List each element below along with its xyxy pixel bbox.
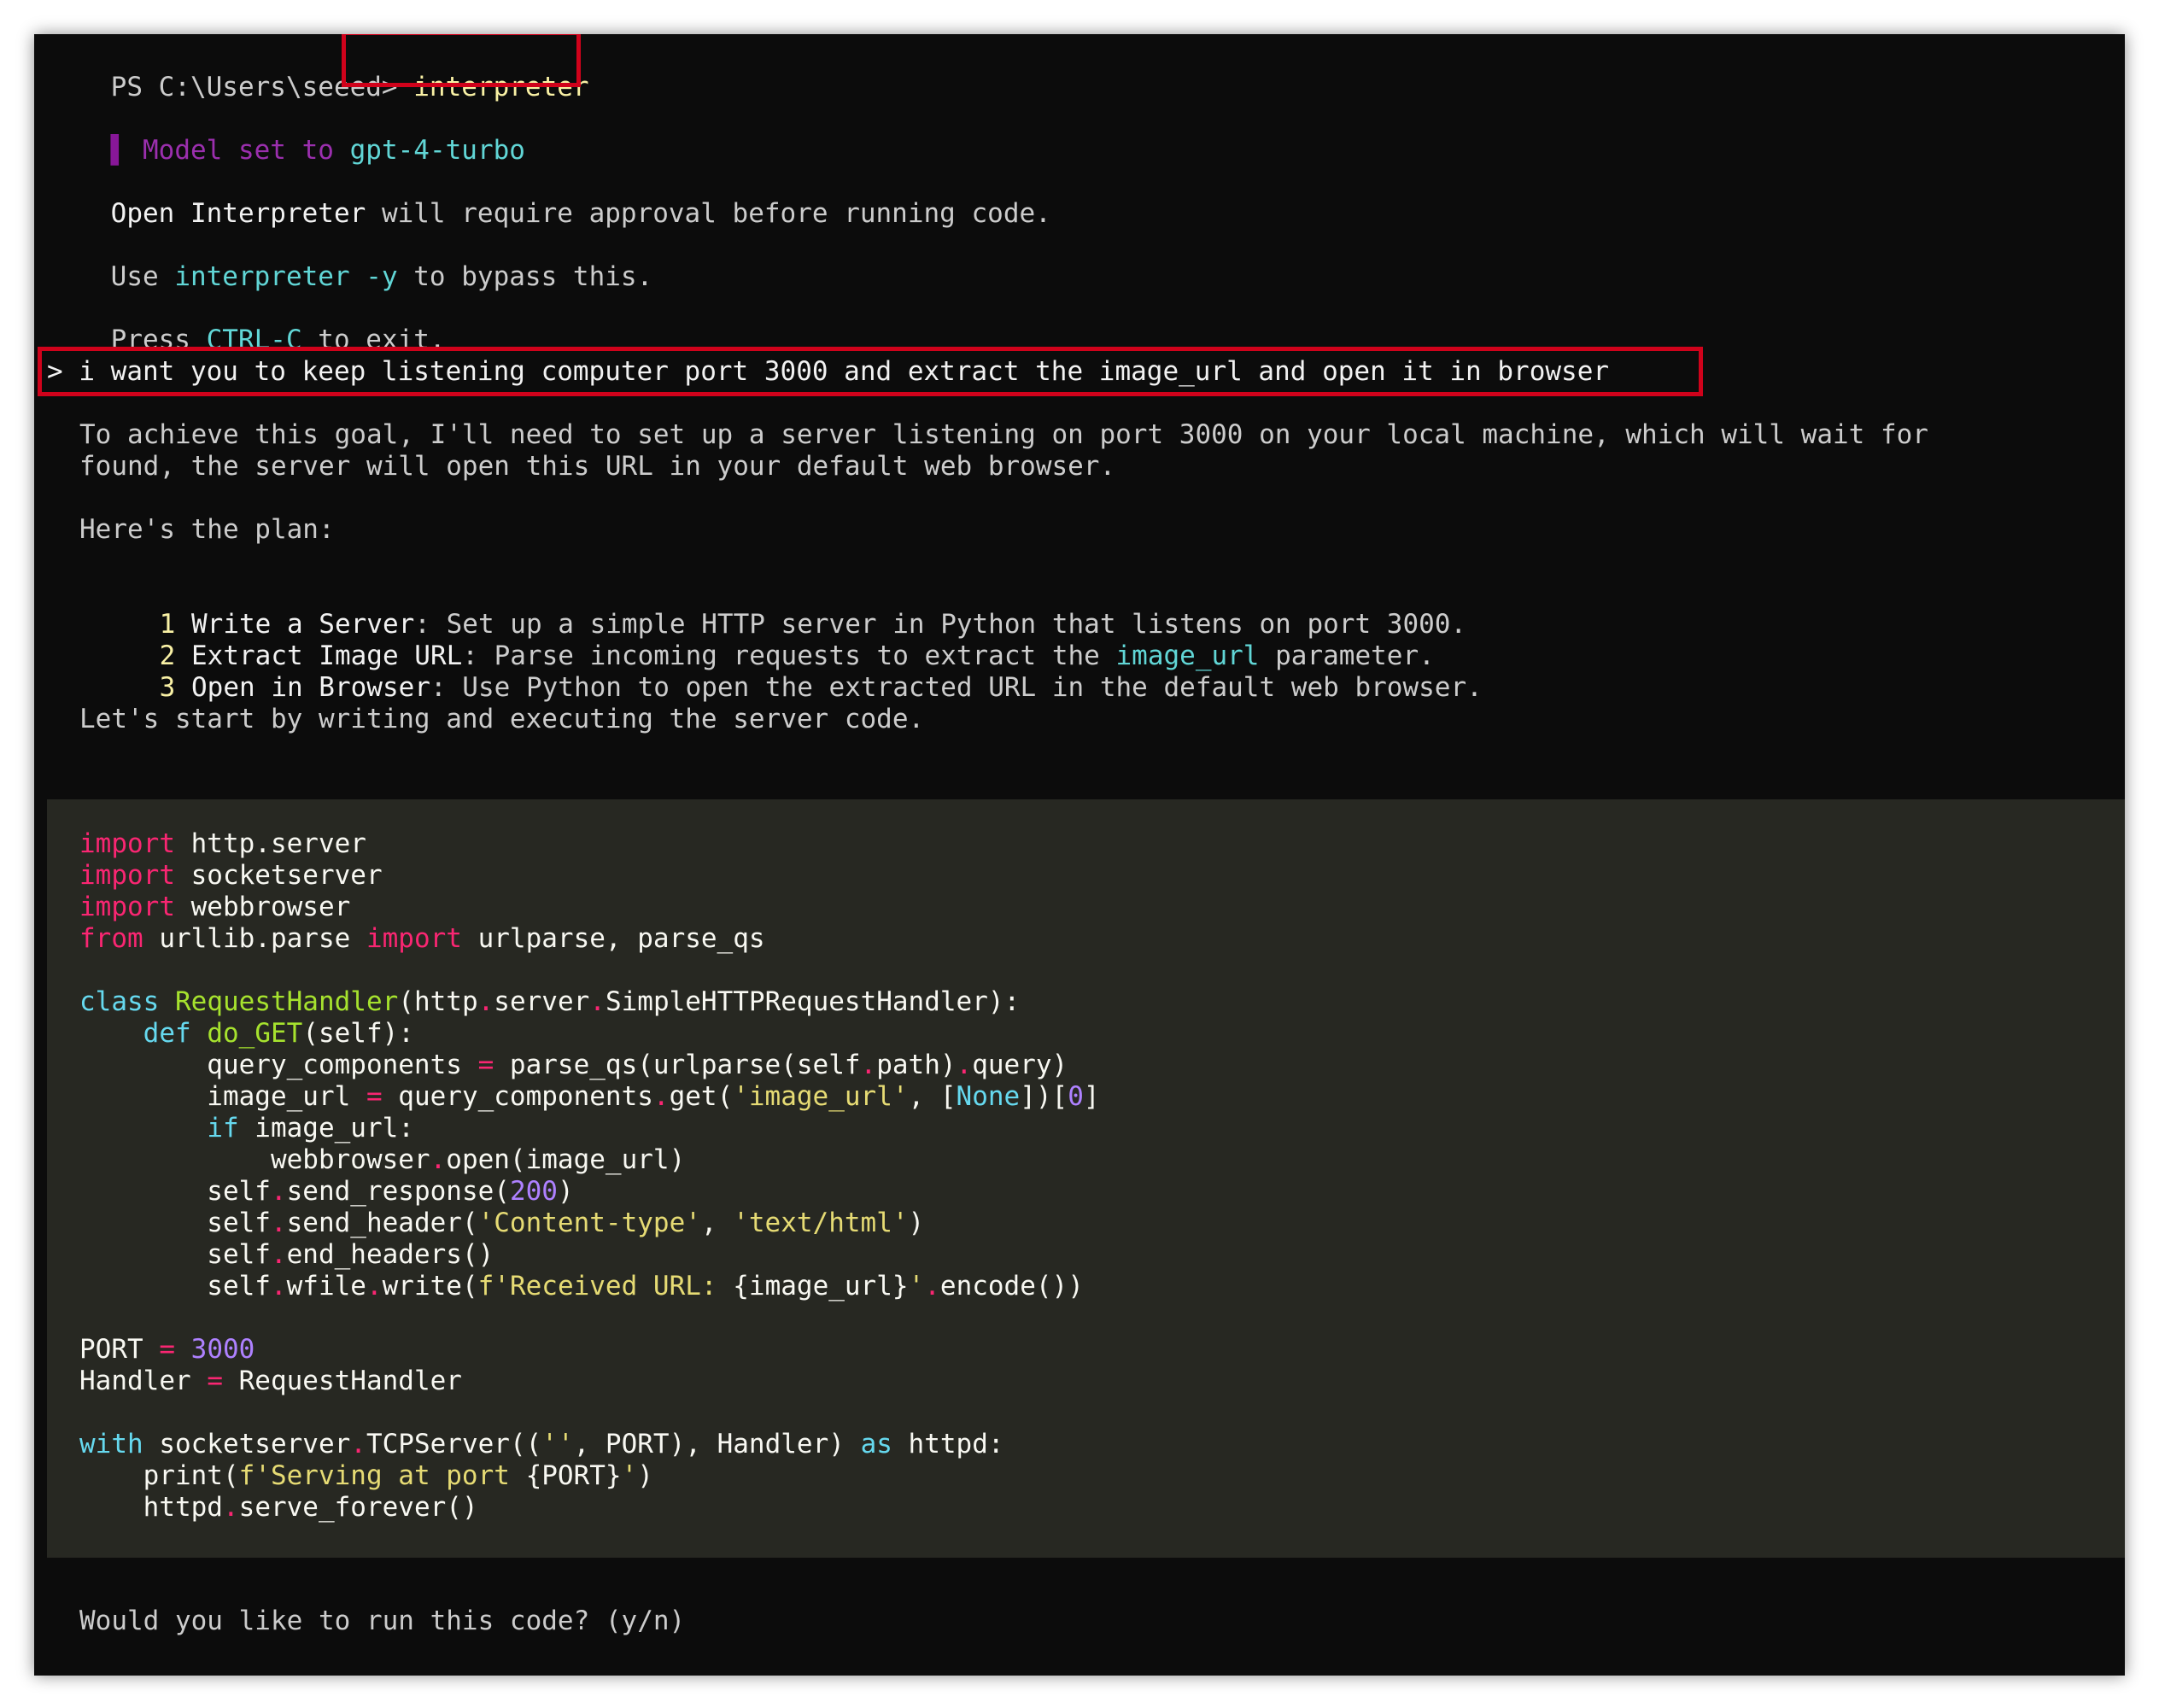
model-line: ▌ Model set to gpt-4-turbo (47, 103, 525, 166)
model-value: gpt-4-turbo (349, 135, 525, 166)
plan-item-text: : Use Python to open the extracted URL i… (430, 672, 1483, 703)
code-line-13: self.send_header('Content-type', 'text/h… (79, 1208, 925, 1238)
bypass-line: Use interpreter -y to bypass this. (47, 230, 653, 292)
bypass-command: interpreter -y (174, 261, 398, 292)
plan-header: Here's the plan: (79, 514, 335, 545)
bypass-post: to bypass this. (397, 261, 653, 292)
code-line-3: import webbrowser (79, 892, 351, 922)
code-line-22: httpd.serve_forever() (79, 1492, 478, 1523)
approval-text: will require approval before running cod… (366, 198, 1051, 229)
closing-line: Let's start by writing and executing the… (79, 704, 925, 734)
code-line-4: from urllib.parse import urlparse, parse… (79, 923, 765, 954)
plan-item-3: 3 Open in Browser: Use Python to open th… (96, 640, 1483, 703)
code-line-18: Handler = RequestHandler (79, 1366, 462, 1396)
response-line-2: found, the server will open this URL in … (79, 451, 1116, 482)
bypass-pre: Use (110, 261, 175, 292)
run-question: Would you like to run this code? (y/n) (79, 1606, 686, 1636)
code-line-7: def do_GET(self): (143, 1018, 414, 1049)
code-line-14: self.end_headers() (79, 1239, 494, 1270)
approval-line: Open Interpreter will require approval b… (47, 167, 1051, 229)
terminal-window[interactable]: PS C:\Users\seeed> interpreter ▌ Model s… (34, 34, 2125, 1676)
model-bar-icon: ▌ (110, 135, 127, 166)
code-block[interactable]: import http.server import socketserver i… (47, 799, 2125, 1558)
code-line-8: query_components = parse_qs(urlparse(sel… (79, 1050, 1068, 1080)
plan-item-2: 2 Extract Image URL: Parse incoming requ… (96, 609, 1435, 671)
command-highlight-box (342, 34, 581, 87)
code-line-6: class RequestHandler(http.server.SimpleH… (79, 986, 1021, 1017)
plan-item-1: 1 Write a Server: Set up a simple HTTP s… (96, 577, 1466, 640)
input-highlight-box (38, 347, 1703, 396)
approval-product: Open Interpreter (110, 198, 366, 229)
code-line-17: PORT = 3000 (79, 1334, 255, 1365)
code-line-9: image_url = query_components.get('image_… (79, 1081, 1100, 1112)
plan-item-title: Open in Browser (191, 672, 430, 703)
code-line-2: import socketserver (79, 860, 383, 891)
code-line-15: self.wfile.write(f'Received URL: {image_… (79, 1271, 1084, 1301)
code-line-12: self.send_response(200) (79, 1176, 574, 1207)
code-line-20: with socketserver.TCPServer(('', PORT), … (79, 1429, 1004, 1459)
code-line-21: print(f'Serving at port {PORT}') (79, 1460, 653, 1491)
code-line-1: import http.server (79, 828, 366, 859)
exit-line: Press CTRL-C to exit. (47, 293, 446, 355)
response-line-1: To achieve this goal, I'll need to set u… (79, 419, 1928, 450)
plan-item-number: 3 (159, 672, 176, 703)
code-line-11: webbrowser.open(image_url) (79, 1144, 686, 1175)
code-line-10: if image_url: (207, 1113, 414, 1144)
model-label: Model set to (143, 135, 334, 166)
